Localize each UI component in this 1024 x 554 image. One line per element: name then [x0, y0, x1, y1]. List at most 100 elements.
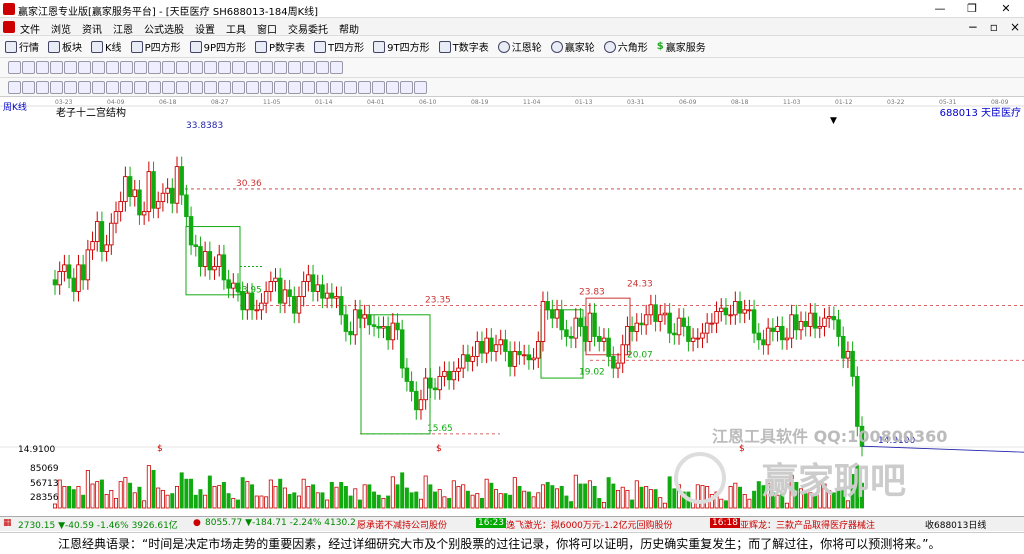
analysis-tool-button-9[interactable]	[120, 81, 133, 94]
kline-chart[interactable]: 03-23 04-09 06-18 08-27 11-05 01-14 04-01 06-10…	[0, 97, 1024, 516]
volume-bar	[489, 482, 494, 509]
analysis-tool-button-16[interactable]	[218, 81, 231, 94]
draw-tool-button-17[interactable]	[232, 61, 245, 74]
draw-tool-button-21[interactable]	[288, 61, 301, 74]
toolbar-p-table-button[interactable]: P数字表	[255, 39, 305, 54]
toolbar-9p-square-button[interactable]: 9P四方形	[189, 39, 246, 54]
draw-tool-button-20[interactable]	[274, 61, 287, 74]
toolbar-t-square-button[interactable]: T四方形	[314, 39, 364, 54]
draw-tool-button-9[interactable]	[120, 61, 133, 74]
analysis-tool-button-24[interactable]	[330, 81, 343, 94]
analysis-tool-button-28[interactable]	[386, 81, 399, 94]
draw-tool-button-14[interactable]	[190, 61, 203, 74]
toolbar-9t-square-button[interactable]: 9T四方形	[373, 39, 430, 54]
analysis-tool-button-21[interactable]	[288, 81, 301, 94]
menu-file[interactable]: 文件	[20, 21, 40, 36]
draw-tool-button-2[interactable]	[22, 61, 35, 74]
analysis-tool-button-1[interactable]	[8, 81, 21, 94]
toolbar-p-square-button[interactable]: P四方形	[130, 39, 181, 54]
minimize-button[interactable]: —	[926, 0, 954, 18]
candle-body	[554, 309, 560, 319]
dropdown-arrow-icon[interactable]: ▼	[830, 116, 837, 126]
draw-tool-button-15[interactable]	[204, 61, 217, 74]
analysis-tool-button-30[interactable]	[414, 81, 427, 94]
analysis-tool-button-2[interactable]	[22, 81, 35, 94]
draw-tool-button-12[interactable]	[162, 61, 175, 74]
menu-trade[interactable]: 交易委托	[288, 21, 328, 36]
analysis-tool-button-29[interactable]	[400, 81, 413, 94]
candle-body	[831, 316, 837, 321]
menu-window[interactable]: 窗口	[257, 21, 277, 36]
analysis-tool-button-26[interactable]	[358, 81, 371, 94]
mdi-close-button[interactable]: ×	[1010, 20, 1020, 34]
vol-label-3: 28356	[30, 493, 59, 503]
menu-tools[interactable]: 工具	[226, 21, 246, 36]
draw-tool-button-3[interactable]	[36, 61, 49, 74]
toolbar-winner-wheel-button[interactable]: 赢家轮	[550, 39, 595, 54]
draw-tool-button-23[interactable]	[316, 61, 329, 74]
volume-bar	[550, 485, 555, 509]
analysis-tool-button-22[interactable]	[302, 81, 315, 94]
analysis-tool-button-12[interactable]	[162, 81, 175, 94]
draw-tool-button-7[interactable]	[92, 61, 105, 74]
news-3[interactable]: 亚辉龙：三款产品取得医疗器械注	[740, 518, 875, 531]
analysis-tool-button-13[interactable]	[176, 81, 189, 94]
menu-help[interactable]: 帮助	[339, 21, 359, 36]
toolbar-t-table-button[interactable]: T数字表	[438, 39, 489, 54]
toolbar-market-button[interactable]: 行情	[5, 39, 39, 54]
analysis-tool-button-15[interactable]	[204, 81, 217, 94]
analysis-tool-button-18[interactable]	[246, 81, 259, 94]
analysis-tool-button-23[interactable]	[316, 81, 329, 94]
maximize-button[interactable]: ❐	[958, 0, 986, 18]
close-button[interactable]: ✕	[992, 0, 1020, 18]
draw-tool-button-1[interactable]	[8, 61, 21, 74]
mdi-restore-button[interactable]: ▫	[990, 20, 998, 34]
draw-tool-button-10[interactable]	[134, 61, 147, 74]
candle-body	[634, 322, 640, 332]
analysis-tool-button-8[interactable]	[106, 81, 119, 94]
analysis-tool-button-10[interactable]	[134, 81, 147, 94]
toolbar-hexagon-button[interactable]: 六角形	[603, 39, 648, 54]
analysis-tool-button-20[interactable]	[274, 81, 287, 94]
menu-gann[interactable]: 江恩	[113, 21, 133, 36]
draw-tool-button-8[interactable]	[106, 61, 119, 74]
analysis-tool-button-14[interactable]	[190, 81, 203, 94]
draw-tool-button-22[interactable]	[302, 61, 315, 74]
draw-tool-button-19[interactable]	[260, 61, 273, 74]
draw-tool-button-16[interactable]	[218, 61, 231, 74]
draw-tool-button-6[interactable]	[78, 61, 91, 74]
menu-settings[interactable]: 设置	[195, 21, 215, 36]
mdi-minimize-button[interactable]: −	[968, 20, 978, 34]
sz-index[interactable]: 8055.77 ▼-184.71 -2.24% 4130.2	[205, 518, 356, 528]
analysis-tool-button-19[interactable]	[260, 81, 273, 94]
draw-tool-button-5[interactable]	[64, 61, 77, 74]
menu-info[interactable]: 资讯	[82, 21, 102, 36]
draw-tool-button-24[interactable]	[330, 61, 343, 74]
news-2[interactable]: 逸飞激光：拟6000万元-1.2亿元回购股份	[506, 518, 672, 531]
menu-formula[interactable]: 公式选股	[144, 21, 184, 36]
candle-body	[329, 292, 335, 299]
toolbar-kline-button[interactable]: K线	[91, 39, 122, 54]
analysis-tool-button-11[interactable]	[148, 81, 161, 94]
toolbar-sector-button[interactable]: 板块	[48, 39, 82, 54]
draw-tool-button-11[interactable]	[148, 61, 161, 74]
sh-index[interactable]: 2730.15 ▼-40.59 -1.46% 3926.61亿	[18, 518, 178, 531]
volume-bar	[240, 477, 245, 509]
analysis-tool-button-5[interactable]	[64, 81, 77, 94]
date-tick: 04-01	[367, 99, 385, 106]
toolbar-gann-wheel-button[interactable]: 江恩轮	[497, 39, 542, 54]
analysis-tool-button-6[interactable]	[78, 81, 91, 94]
analysis-tool-button-17[interactable]	[232, 81, 245, 94]
toolbar-service-button[interactable]: $ 赢家服务	[657, 39, 706, 54]
analysis-tool-button-7[interactable]	[92, 81, 105, 94]
analysis-tool-button-4[interactable]	[50, 81, 63, 94]
analysis-tool-button-27[interactable]	[372, 81, 385, 94]
menu-browse[interactable]: 浏览	[51, 21, 71, 36]
level-label: 30.36	[236, 179, 262, 189]
news-1[interactable]: 愿承诺不减持公司股份	[357, 518, 447, 531]
analysis-tool-button-25[interactable]	[344, 81, 357, 94]
draw-tool-button-4[interactable]	[50, 61, 63, 74]
draw-tool-button-18[interactable]	[246, 61, 259, 74]
draw-tool-button-13[interactable]	[176, 61, 189, 74]
analysis-tool-button-3[interactable]	[36, 81, 49, 94]
